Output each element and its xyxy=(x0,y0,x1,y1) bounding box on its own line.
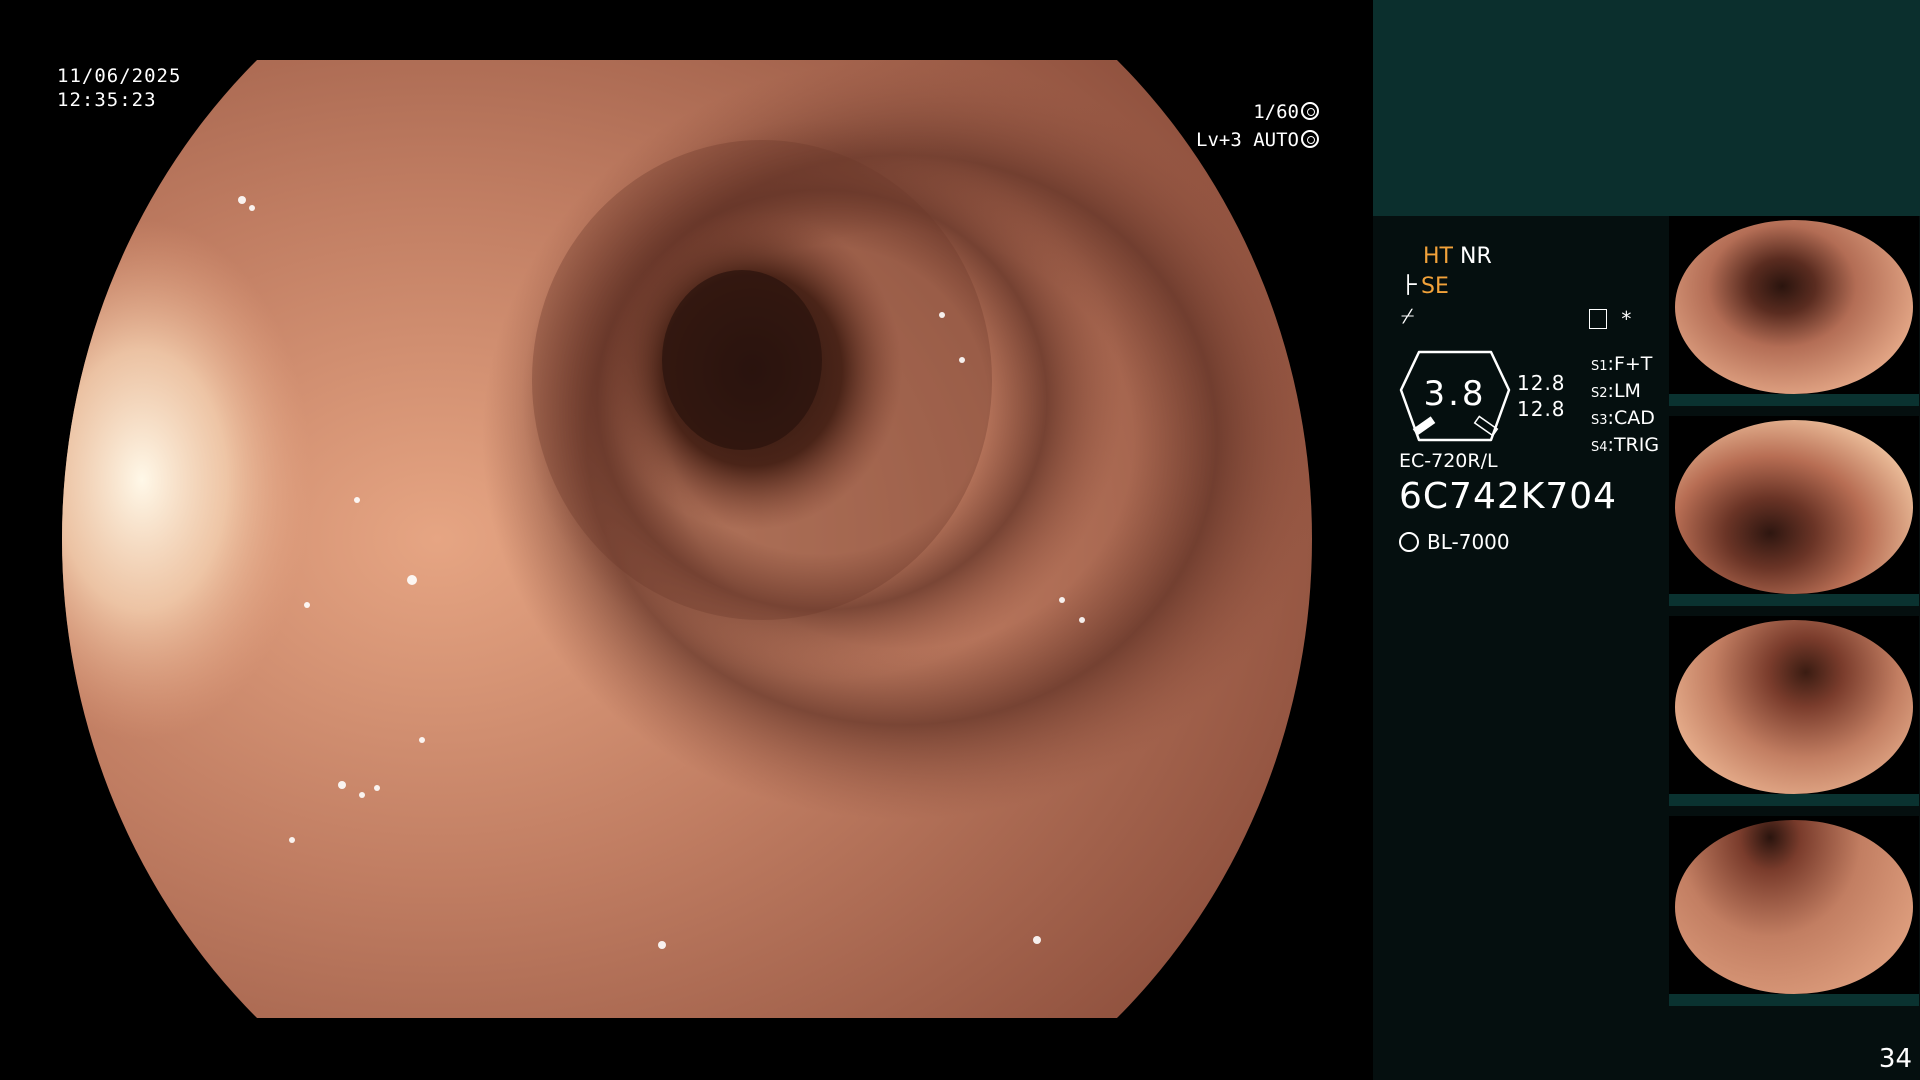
dial-number-top: 12.8 xyxy=(1517,371,1566,395)
endoscope-main-view: 11/06/2025 12:35:23 1/60 Lv+3 AUTO xyxy=(0,0,1372,1080)
dial-number-bottom: 12.8 xyxy=(1517,397,1566,421)
mode-se: SE xyxy=(1421,274,1449,299)
side-panel: HT NR ⺊SE ⌿ * 3.8 12.8 12.8 S1:F+T S2:LM… xyxy=(1373,0,1920,1080)
color-mode-icon: ⌿ xyxy=(1401,304,1415,329)
memory-icon xyxy=(1589,309,1607,329)
zoom-value: 3.8 xyxy=(1423,374,1487,414)
endoscopic-image xyxy=(62,60,1312,1018)
mode-ht: HT xyxy=(1423,244,1453,269)
datetime-overlay: 11/06/2025 12:35:23 xyxy=(57,64,181,112)
level-text: Lv+3 xyxy=(1196,129,1242,151)
switch-row: S1:F+T xyxy=(1591,353,1653,375)
switch-row: S4:TRIG xyxy=(1591,434,1660,456)
thumbnail[interactable] xyxy=(1669,616,1919,806)
light-source-icon xyxy=(1399,532,1419,552)
scope-serial: 6C742K704 xyxy=(1399,476,1618,517)
thumbnail[interactable] xyxy=(1669,816,1919,1006)
exposure-overlay: 1/60 Lv+3 AUTO xyxy=(1102,98,1372,154)
thumbnail[interactable] xyxy=(1669,416,1919,606)
switch-row: S2:LM xyxy=(1591,380,1641,402)
time-text: 12:35:23 xyxy=(57,89,157,111)
asterisk-icon: * xyxy=(1621,307,1632,331)
light-source: BL-7000 xyxy=(1399,530,1510,554)
shutter-text: 1/60 xyxy=(1253,101,1299,123)
switch-assignments: S1:F+T S2:LM S3:CAD S4:TRIG xyxy=(1591,352,1659,460)
iris-icon xyxy=(1301,130,1319,148)
mode-nr: NR xyxy=(1459,244,1492,269)
dial-numbers: 12.8 12.8 xyxy=(1517,370,1566,422)
shutter-icon xyxy=(1301,102,1319,120)
date-text: 11/06/2025 xyxy=(57,65,182,87)
side-panel-header xyxy=(1373,0,1920,216)
thumbnail-strip xyxy=(1669,216,1920,1016)
switch-row: S3:CAD xyxy=(1591,407,1655,429)
thumbnail[interactable] xyxy=(1669,216,1919,406)
iris-mode-text: AUTO xyxy=(1253,129,1299,151)
scope-model: EC-720R/L xyxy=(1399,450,1498,472)
frame-count: 34 xyxy=(1878,1044,1912,1074)
structure-enhance-icon: ⺊ xyxy=(1399,274,1422,299)
light-source-label: BL-7000 xyxy=(1427,530,1510,554)
